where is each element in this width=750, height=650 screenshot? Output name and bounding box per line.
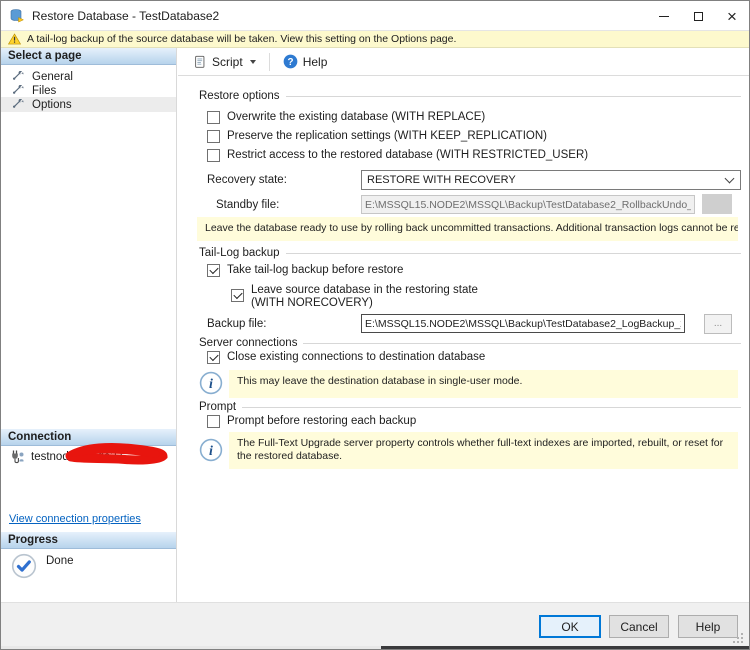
sidebar-item-label: Files [32, 85, 56, 97]
toolbar-separator [269, 53, 270, 71]
warning-icon [8, 33, 21, 45]
fulltext-note: The Full-Text Upgrade server property co… [229, 432, 738, 469]
overwrite-checkbox-row: Overwrite the existing database (WITH RE… [207, 111, 485, 124]
group-divider [286, 96, 741, 97]
sidebar-item-options[interactable]: Options [1, 97, 176, 112]
backup-file-label: Backup file: [207, 318, 266, 330]
help-footer-button[interactable]: Help [678, 615, 738, 638]
resize-grip[interactable] [733, 631, 745, 643]
standby-file-input [361, 195, 695, 214]
help-button-label: Help [303, 55, 328, 69]
title-bar: Restore Database - TestDatabase2 × [1, 1, 749, 31]
close-icon: × [727, 8, 737, 25]
cancel-button[interactable]: Cancel [609, 615, 669, 638]
prompt-before-checkbox[interactable] [207, 415, 220, 428]
maximize-button[interactable] [681, 1, 715, 31]
group-divider [242, 407, 741, 408]
sidebar: Select a page General Files Options Conn… [1, 48, 177, 602]
svg-text:i: i [209, 377, 213, 392]
leave-source-label-line2: (WITH NORECOVERY) [251, 297, 478, 310]
progress-header: Progress [1, 532, 176, 549]
sidebar-item-files[interactable]: Files [1, 83, 176, 98]
sidebar-item-label: General [32, 71, 73, 83]
group-restore-options: Restore options [199, 90, 741, 102]
restrict-access-checkbox[interactable] [207, 149, 220, 162]
ok-button[interactable]: OK [539, 615, 601, 638]
close-button[interactable]: × [715, 1, 749, 31]
dialog-toolbar: Script ? Help [178, 48, 750, 76]
wrench-icon [13, 71, 25, 83]
connection-icon [9, 449, 25, 465]
warning-text: A tail-log backup of the source database… [27, 33, 456, 45]
recovery-note: Leave the database ready to use by rolli… [197, 217, 738, 241]
view-connection-properties-link[interactable]: View connection properties [9, 513, 141, 525]
progress-status: Done [11, 553, 74, 579]
leave-source-checkbox[interactable] [231, 289, 244, 302]
standby-browse-button [702, 194, 732, 214]
backup-file-input[interactable] [361, 314, 685, 333]
chevron-down-icon [725, 173, 735, 183]
window-title: Restore Database - TestDatabase2 [32, 9, 219, 23]
info-icon: i [199, 371, 223, 395]
sidebar-item-label: Options [32, 99, 72, 111]
svg-text:i: i [209, 444, 213, 459]
minimize-icon [659, 16, 669, 17]
help-icon: ? [283, 54, 298, 69]
group-divider [303, 343, 741, 344]
script-dropdown-caret-icon [250, 60, 256, 64]
help-button[interactable]: ? Help [278, 51, 333, 72]
redaction-scribble [63, 442, 169, 466]
footer-bar: OK Cancel Help [1, 602, 749, 646]
info-icon: i [199, 438, 223, 462]
recovery-state-value: RESTORE WITH RECOVERY [367, 174, 726, 186]
prompt-before-checkbox-row: Prompt before restoring each backup [207, 415, 416, 428]
script-icon [193, 55, 207, 69]
take-tail-log-checkbox-row: Take tail-log backup before restore [207, 264, 403, 277]
bottom-edge-left [1, 646, 381, 650]
tail-log-warning-bar: A tail-log backup of the source database… [1, 31, 749, 48]
group-server-connections: Server connections [199, 337, 741, 349]
preserve-replication-checkbox-row: Preserve the replication settings (WITH … [207, 130, 547, 143]
script-button[interactable]: Script [188, 52, 261, 72]
recovery-state-select[interactable]: RESTORE WITH RECOVERY [361, 170, 741, 190]
preserve-replication-checkbox[interactable] [207, 130, 220, 143]
bottom-edge-right [381, 646, 750, 650]
maximize-icon [694, 12, 703, 21]
select-a-page-header: Select a page [1, 48, 176, 65]
single-user-note: This may leave the destination database … [229, 370, 738, 398]
group-tail-log-backup: Tail-Log backup [199, 247, 741, 259]
sidebar-item-general[interactable]: General [1, 69, 176, 84]
svg-text:?: ? [287, 57, 293, 68]
close-connections-checkbox[interactable] [207, 351, 220, 364]
minimize-button[interactable] [647, 1, 681, 31]
done-check-icon [11, 553, 37, 579]
script-button-label: Script [212, 55, 243, 69]
wrench-icon [13, 85, 25, 97]
leave-source-checkbox-row: Leave source database in the restoring s… [231, 284, 478, 310]
leave-source-label-line1: Leave source database in the restoring s… [251, 284, 478, 296]
backup-browse-button[interactable]: ... [704, 314, 732, 334]
restore-database-dialog: Restore Database - TestDatabase2 × A tai… [0, 0, 750, 650]
overwrite-checkbox[interactable] [207, 111, 220, 124]
progress-status-text: Done [46, 555, 74, 567]
restrict-access-checkbox-row: Restrict access to the restored database… [207, 149, 588, 162]
wrench-icon [13, 99, 25, 111]
close-connections-checkbox-row: Close existing connections to destinatio… [207, 351, 485, 364]
standby-file-label: Standby file: [216, 199, 279, 211]
restore-database-icon [9, 8, 25, 24]
group-divider [286, 253, 741, 254]
group-prompt: Prompt [199, 401, 741, 413]
take-tail-log-checkbox[interactable] [207, 264, 220, 277]
recovery-state-label: Recovery state: [207, 174, 287, 186]
